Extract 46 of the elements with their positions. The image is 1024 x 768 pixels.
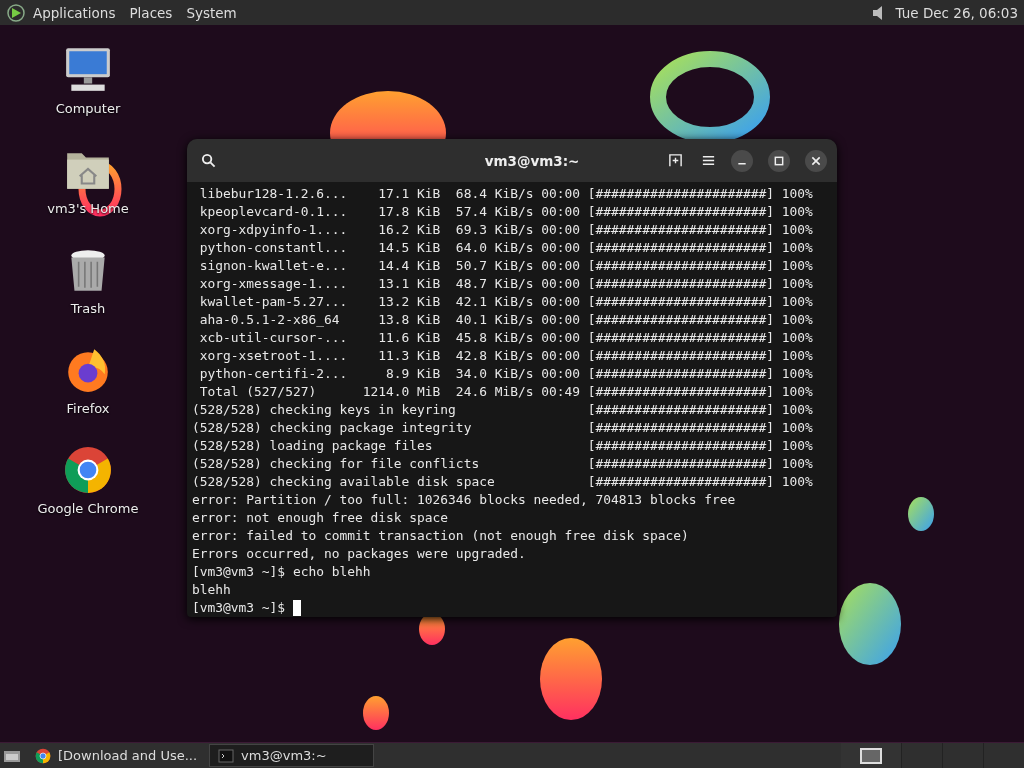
- terminal-line: python-certifi-2... 8.9 KiB 34.0 KiB/s 00:00 [######################] 100%: [198, 365, 813, 383]
- terminal-line: error: not enough free disk space: [192, 509, 449, 527]
- terminal-line: python-constantl... 14.5 KiB 64.0 KiB/s 00:00 [######################] 100%: [198, 239, 813, 257]
- panel-menu[interactable]: Applications: [33, 4, 116, 21]
- terminal-line: error: Partition / too full: 1026346 blocks needed, 704813 blocks free: [192, 491, 736, 509]
- chrome-icon: [35, 747, 51, 764]
- terminal-line: [vm3@vm3 ~]$ echo blehh: [192, 563, 371, 581]
- terminal-line: [vm3@vm3 ~]$: [192, 599, 287, 617]
- terminal-icon: [218, 747, 235, 764]
- terminal-line: libebur128-1.2.6... 17.1 KiB 68.4 KiB/s 00:00 [######################] 100%: [198, 185, 813, 203]
- taskbar-button[interactable]: vm3@vm3:~: [209, 744, 375, 767]
- terminal-line: blehh: [192, 581, 231, 599]
- clock[interactable]: Tue Dec 26, 06:03: [895, 4, 1018, 21]
- terminal-line: Total (527/527) 1214.0 MiB 24.6 MiB/s 00:49 [######################] 100%: [198, 383, 813, 401]
- terminal-line: aha-0.5.1-2-x86_64 13.8 KiB 40.1 KiB/s 00:00 [######################] 100%: [198, 311, 813, 329]
- terminal-line: xorg-xmessage-1.... 13.1 KiB 48.7 KiB/s 00:00 [######################] 100%: [198, 275, 813, 293]
- terminal-line: error: failed to commit transaction (not enough free disk space): [192, 527, 689, 545]
- chrome-icon[interactable]: [63, 445, 113, 495]
- menu-icon[interactable]: [701, 153, 716, 168]
- panel-menu[interactable]: Places: [129, 4, 173, 21]
- desktop-icon-label[interactable]: Firefox: [66, 401, 110, 416]
- terminal-line: xorg-xsetroot-1.... 11.3 KiB 42.8 KiB/s 00:00 [######################] 100%: [198, 347, 813, 365]
- text-cursor: [292, 600, 301, 616]
- terminal-line: xorg-xdpyinfo-1.... 16.2 KiB 69.3 KiB/s 00:00 [######################] 100%: [198, 221, 813, 239]
- desktop-icon-label[interactable]: Computer: [55, 101, 121, 116]
- close-icon[interactable]: [805, 149, 827, 172]
- terminal-line: (528/528) checking for file conflicts [######################] 100%: [192, 455, 813, 473]
- desktop-icon-label[interactable]: Trash: [70, 301, 106, 316]
- terminal-line: (528/528) checking package integrity [######################] 100%: [192, 419, 813, 437]
- terminal-line: kwallet-pam-5.27... 13.2 KiB 42.1 KiB/s 00:00 [######################] 100%: [198, 293, 813, 311]
- terminal-line: kpeoplevcard-0.1... 17.8 KiB 57.4 KiB/s 00:00 [######################] 100%: [198, 203, 813, 221]
- terminal-line: Errors occurred, no packages were upgraded.: [192, 545, 526, 563]
- terminal-line: xcb-util-cursor-... 11.6 KiB 45.8 KiB/s 00:00 [######################] 100%: [198, 329, 813, 347]
- maximize-icon[interactable]: [768, 149, 790, 172]
- new-tab-icon[interactable]: [668, 153, 683, 168]
- terminal-line: signon-kwallet-e... 14.4 KiB 50.7 KiB/s 00:00 [######################] 100%: [198, 257, 813, 275]
- window-title: vm3@vm3:~: [483, 152, 581, 169]
- search-icon[interactable]: [201, 153, 216, 168]
- minimize-icon[interactable]: [731, 149, 753, 172]
- desktop-icon-label[interactable]: Google Chrome: [37, 501, 139, 516]
- workspace-switcher[interactable]: [841, 743, 901, 768]
- panel-menu[interactable]: System: [186, 4, 237, 21]
- terminal-line: (528/528) checking available disk space [######################] 100%: [192, 473, 813, 491]
- logo-icon[interactable]: [6, 2, 26, 23]
- terminal-line: (528/528) loading package files [######################] 100%: [192, 437, 813, 455]
- terminal-line: (528/528) checking keys in keyring [######################] 100%: [192, 401, 813, 419]
